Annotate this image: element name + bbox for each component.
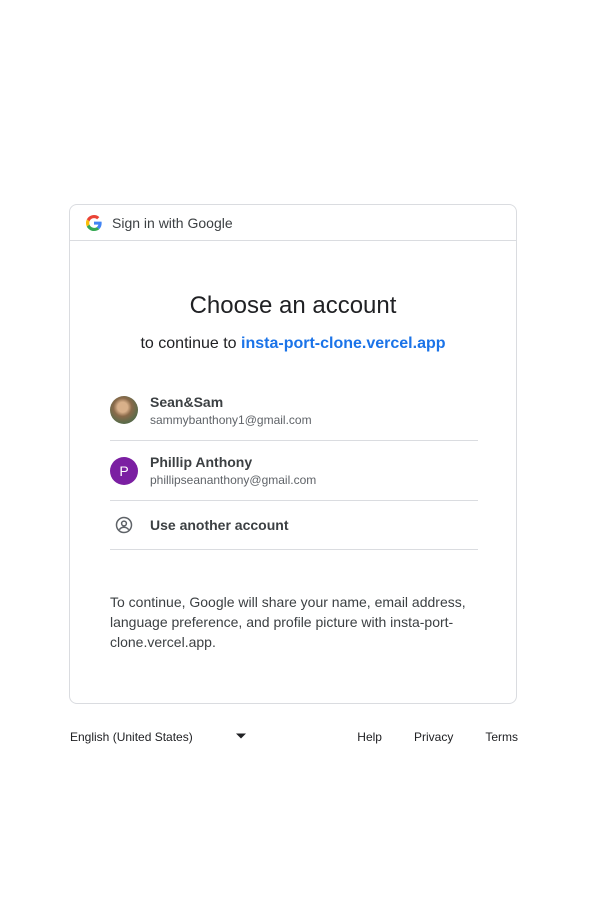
avatar (110, 396, 138, 424)
account-email: sammybanthony1@gmail.com (150, 412, 312, 427)
language-selector[interactable]: English (United States) (70, 730, 193, 744)
account-text: Sean&Sam sammybanthony1@gmail.com (150, 394, 312, 427)
account-email: phillipseananthony@gmail.com (150, 473, 317, 487)
disclaimer-text: To continue, Google will share your name… (110, 594, 466, 650)
google-g-icon (86, 214, 102, 231)
card-header: Sign in with Google (70, 205, 516, 241)
account-name: Phillip Anthony (150, 454, 253, 470)
sign-in-card: Sign in with Google Choose an account to… (69, 204, 517, 704)
help-link[interactable]: Help (357, 730, 382, 744)
page-title: Choose an account (189, 292, 397, 319)
use-another-account-button[interactable]: Use another account (110, 501, 478, 550)
page: Sign in with Google Choose an account to… (0, 0, 591, 920)
subtitle: to continue to insta-port-clone.vercel.a… (70, 335, 516, 353)
avatar: P (110, 456, 138, 485)
footer: English (United States) Help Privacy Ter… (70, 728, 518, 748)
footer-links: Help Privacy Terms (325, 730, 518, 744)
caret-down-icon[interactable] (236, 730, 246, 744)
account-list: Sean&Sam sammybanthony1@gmail.com P Phil… (110, 380, 478, 550)
account-text: Phillip Anthony phillipseananthony@gmail… (150, 454, 316, 487)
terms-link[interactable]: Terms (485, 730, 518, 744)
header-title: Sign in with Google (112, 214, 233, 231)
use-another-account-label: Use another account (150, 517, 289, 533)
account-name: Sean&Sam (150, 393, 224, 410)
account-item-sean-sam[interactable]: Sean&Sam sammybanthony1@gmail.com (110, 380, 478, 441)
app-name-link[interactable]: insta-port-clone.vercel.app (241, 335, 446, 352)
avatar-letter: P (119, 462, 129, 479)
privacy-link[interactable]: Privacy (414, 730, 453, 744)
account-circle-icon (110, 516, 138, 534)
subtitle-prefix: to continue to (140, 335, 237, 352)
account-item-phillip-anthony[interactable]: P Phillip Anthony phillipseananthony@gma… (110, 441, 478, 501)
